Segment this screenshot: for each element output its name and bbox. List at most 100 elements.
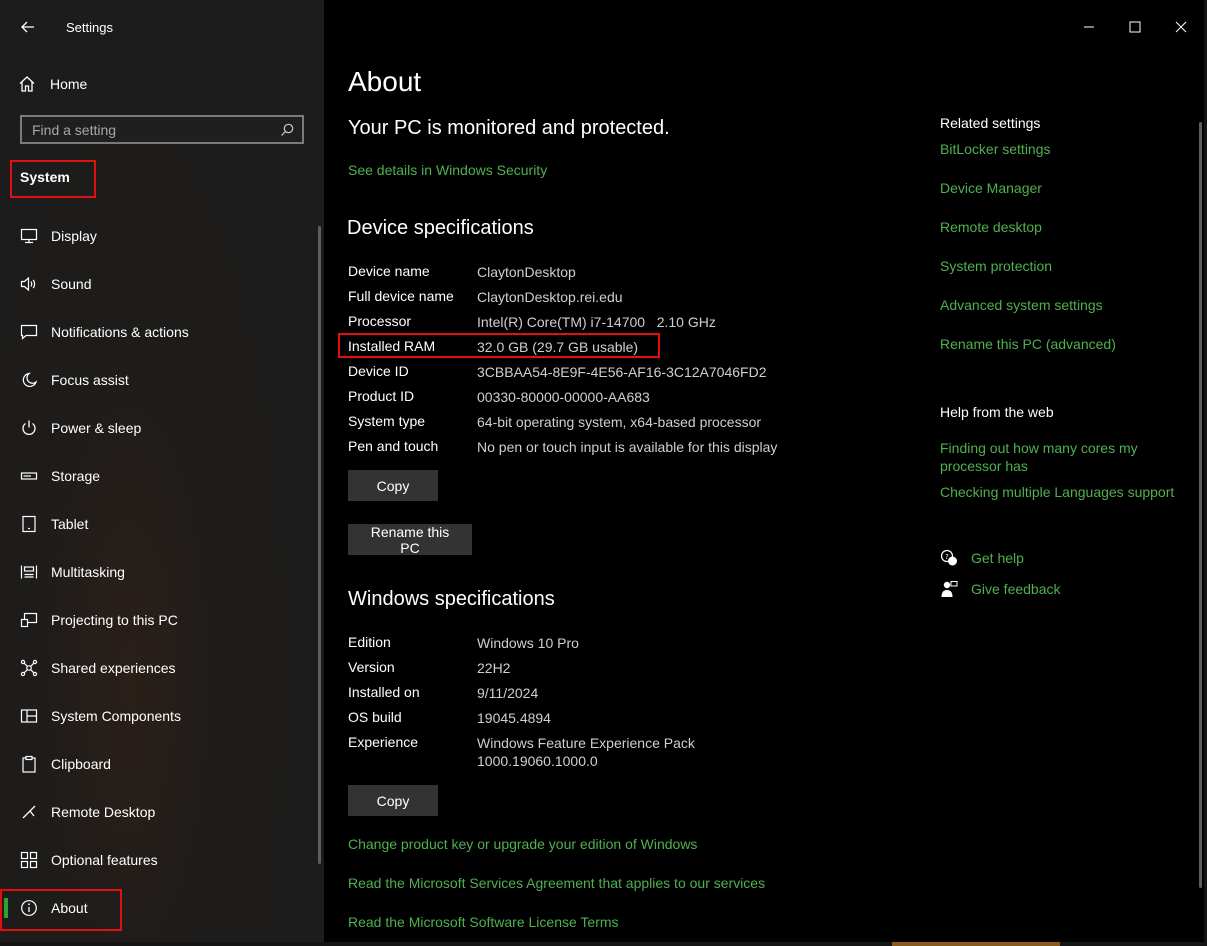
sidebar-item-optional-features[interactable]: Optional features (0, 836, 316, 884)
sidebar-item-label: Focus assist (51, 372, 129, 388)
related-settings-heading: Related settings (940, 115, 1041, 131)
components-icon (20, 707, 38, 725)
get-help-row[interactable]: ? Get help (940, 549, 1024, 567)
copy-device-specs-button[interactable]: Copy (348, 470, 438, 501)
advanced-system-settings-link[interactable]: Advanced system settings (940, 297, 1103, 313)
spec-key: Version (348, 659, 395, 675)
sound-icon (20, 275, 38, 293)
copy-windows-specs-button[interactable]: Copy (348, 785, 438, 816)
sidebar-item-system-components[interactable]: System Components (0, 692, 316, 740)
spec-row-installed-ram: Installed RAM 32.0 GB (29.7 GB usable) (348, 338, 868, 363)
spec-key: Product ID (348, 388, 415, 404)
back-button[interactable] (14, 14, 42, 40)
device-specs-table: Device name ClaytonDesktop Full device na… (348, 263, 868, 463)
sidebar-item-multitasking[interactable]: Multitasking (0, 548, 316, 596)
main-scrollbar[interactable] (1199, 122, 1202, 888)
device-manager-link[interactable]: Device Manager (940, 180, 1042, 196)
languages-help-link[interactable]: Checking multiple Languages support (940, 484, 1174, 500)
spec-row-product-id: Product ID 00330-80000-00000-AA683 (348, 388, 868, 413)
spec-key: System type (348, 413, 426, 429)
sidebar-item-label: Display (51, 228, 97, 244)
give-feedback-row[interactable]: Give feedback (940, 580, 1061, 598)
spec-value: 64-bit operating system, x64-based proce… (477, 414, 762, 430)
projecting-icon (20, 611, 38, 629)
moon-icon (20, 371, 38, 389)
spec-key: Pen and touch (348, 438, 439, 454)
close-button[interactable] (1158, 10, 1204, 44)
spec-key: Device name (348, 263, 430, 279)
license-terms-link[interactable]: Read the Microsoft Software License Term… (348, 914, 619, 930)
sidebar-item-label: Optional features (51, 852, 158, 868)
change-product-key-link[interactable]: Change product key or upgrade your editi… (348, 836, 697, 852)
sidebar-item-label: Projecting to this PC (51, 612, 178, 628)
sidebar-scrollbar[interactable] (318, 226, 321, 864)
spec-value: 3CBBAA54-8E9F-4E56-AF16-3C12A7046FD2 (477, 364, 767, 380)
shared-icon (20, 659, 38, 677)
sidebar-item-sound[interactable]: Sound (0, 260, 316, 308)
tablet-icon (20, 515, 38, 533)
spec-key: Full device name (348, 288, 454, 304)
spec-key: Experience (348, 734, 419, 750)
sidebar-item-projecting[interactable]: Projecting to this PC (0, 596, 316, 644)
sidebar-item-label: Remote Desktop (51, 804, 156, 820)
multitasking-icon (20, 563, 38, 581)
protection-status: Your PC is monitored and protected. (348, 117, 670, 139)
sidebar-item-shared-experiences[interactable]: Shared experiences (0, 644, 316, 692)
rename-pc-advanced-link[interactable]: Rename this PC (advanced) (940, 336, 1116, 352)
sidebar-item-label: Clipboard (51, 756, 111, 772)
clipboard-icon (20, 755, 38, 773)
bitlocker-settings-link[interactable]: BitLocker settings (940, 141, 1051, 157)
spec-row-processor: Processor Intel(R) Core(TM) i7-14700 2.10… (348, 313, 868, 338)
get-help-link[interactable]: Get help (971, 550, 1024, 566)
remote-desktop-link[interactable]: Remote desktop (940, 219, 1042, 235)
sidebar-item-about[interactable]: About (0, 884, 316, 932)
nav-list: Display Sound Notifications & actions Fo… (0, 212, 316, 932)
sidebar-item-tablet[interactable]: Tablet (0, 500, 316, 548)
sidebar-item-label: About (51, 900, 88, 916)
app-title: Settings (66, 20, 113, 35)
display-icon (20, 227, 38, 245)
back-arrow-icon (21, 21, 34, 33)
sidebar-item-storage[interactable]: Storage (0, 452, 316, 500)
sidebar-item-label: Notifications & actions (51, 324, 189, 340)
spec-value: Intel(R) Core(TM) i7-14700 2.10 GHz (477, 314, 716, 330)
spec-value: 9/11/2024 (477, 685, 539, 701)
minimize-button[interactable] (1066, 10, 1112, 44)
cores-help-link[interactable]: Finding out how many cores my processor … (940, 439, 1170, 475)
search-input[interactable] (32, 121, 280, 138)
sidebar-item-notifications[interactable]: Notifications & actions (0, 308, 316, 356)
services-agreement-link[interactable]: Read the Microsoft Services Agreement th… (348, 875, 765, 891)
feedback-icon (941, 581, 958, 597)
system-protection-link[interactable]: System protection (940, 258, 1052, 274)
sidebar-item-label: System Components (51, 708, 181, 724)
spec-row-edition: Edition Windows 10 Pro (348, 634, 868, 659)
help-from-web-heading: Help from the web (940, 404, 1054, 420)
spec-value: Windows 10 Pro (477, 635, 579, 651)
home-icon (19, 76, 35, 92)
sidebar: Settings Home System Display Sound Notif… (0, 0, 324, 942)
search-box[interactable] (20, 115, 304, 144)
windows-security-link[interactable]: See details in Windows Security (348, 162, 547, 178)
spec-key: Device ID (348, 363, 409, 379)
give-feedback-link[interactable]: Give feedback (971, 581, 1061, 597)
close-icon (1175, 21, 1187, 33)
sidebar-item-home[interactable]: Home (18, 72, 87, 96)
spec-value: ClaytonDesktop (477, 264, 576, 280)
sidebar-item-focus-assist[interactable]: Focus assist (0, 356, 316, 404)
maximize-button[interactable] (1112, 10, 1158, 44)
spec-key: Edition (348, 634, 391, 650)
rename-pc-button[interactable]: Rename this PC (348, 524, 472, 556)
home-label: Home (50, 76, 88, 92)
taskbar-highlight (892, 942, 1060, 946)
sidebar-item-clipboard[interactable]: Clipboard (0, 740, 316, 788)
sidebar-item-remote-desktop[interactable]: Remote Desktop (0, 788, 316, 836)
sidebar-item-power-sleep[interactable]: Power & sleep (0, 404, 316, 452)
sidebar-item-display[interactable]: Display (0, 212, 316, 260)
spec-value-block: Windows Feature Experience Pack 1000.1906… (477, 734, 695, 770)
spec-row-version: Version 22H2 (348, 659, 868, 684)
sidebar-item-label: Power & sleep (51, 420, 142, 436)
storage-icon (20, 467, 38, 485)
sidebar-item-label: Shared experiences (51, 660, 176, 676)
spec-value: 19045.4894 (477, 710, 551, 726)
info-icon (20, 899, 38, 917)
